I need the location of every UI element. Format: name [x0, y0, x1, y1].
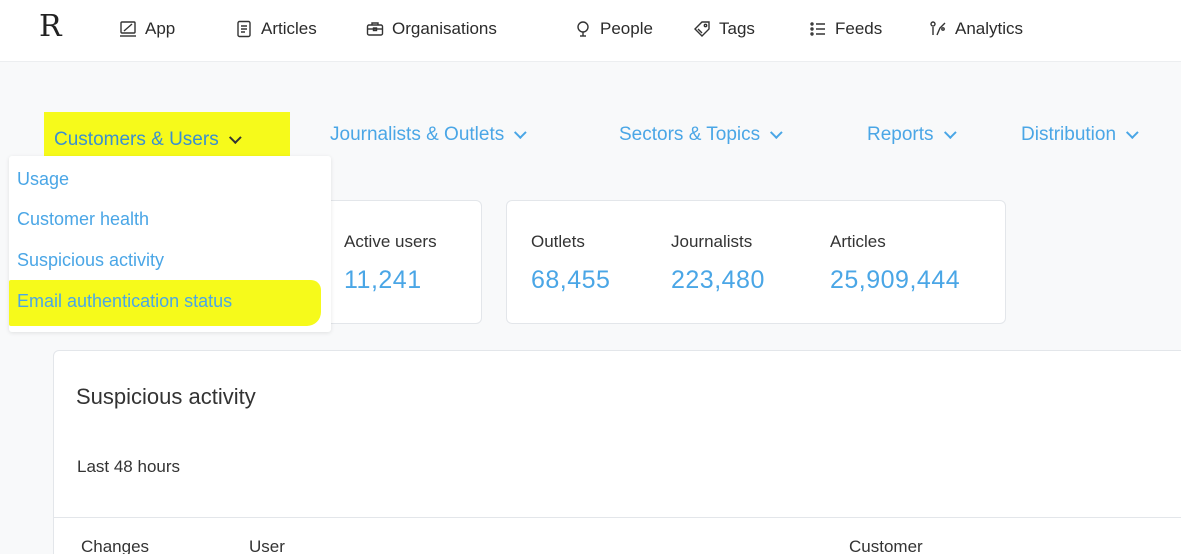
active-users-value: 11,241: [344, 266, 422, 294]
menu-item-suspicious-activity[interactable]: Suspicious activity: [17, 250, 164, 271]
panel-title: Suspicious activity: [76, 384, 256, 409]
nav-organisations[interactable]: Organisations: [366, 19, 497, 39]
nav-feeds[interactable]: Feeds: [809, 19, 882, 39]
column-header-customer[interactable]: Customer: [849, 537, 923, 554]
nav-people-label: People: [600, 19, 653, 38]
chevron-down-icon: [943, 125, 957, 139]
subnav-journalists-outlets-label: Journalists & Outlets: [330, 124, 505, 145]
divider: [54, 517, 1181, 518]
list-icon: [810, 22, 825, 36]
articles-label: Articles: [830, 232, 886, 251]
outlets-value: 68,455: [531, 266, 611, 294]
chevron-down-icon: [1126, 125, 1139, 139]
tag-icon: [694, 21, 710, 37]
column-header-user[interactable]: User: [249, 537, 285, 554]
nav-tags-label: Tags: [719, 19, 755, 38]
subnav-journalists-outlets[interactable]: Journalists & Outlets: [330, 124, 527, 146]
nav-analytics-label: Analytics: [955, 19, 1024, 38]
nav-app-label: App: [145, 19, 176, 38]
subnav-customers-users-label: Customers & Users: [54, 129, 219, 150]
subnav-distribution[interactable]: Distribution: [1021, 124, 1139, 146]
menu-item-customer-health[interactable]: Customer health: [17, 209, 149, 230]
journalists-value: 223,480: [671, 266, 765, 294]
laptop-icon: [120, 21, 136, 37]
chevron-down-icon: [770, 125, 783, 139]
menu-item-usage[interactable]: Usage: [17, 169, 69, 190]
nav-tags[interactable]: Tags: [693, 19, 755, 39]
journalists-label: Journalists: [671, 232, 753, 251]
briefcase-icon: [366, 22, 384, 36]
chevron-down-icon: [514, 125, 527, 139]
chevron-down-icon: [228, 130, 242, 144]
subnav-distribution-label: Distribution: [1021, 124, 1117, 145]
nav-articles[interactable]: Articles: [235, 19, 317, 39]
analytics-icon: [930, 21, 946, 36]
outlets-label: Outlets: [531, 232, 585, 251]
app-logo[interactable]: R: [39, 9, 62, 44]
top-navbar: R App Articles Organisations People Tags…: [0, 0, 1181, 62]
menu-item-email-authentication-status[interactable]: Email authentication status: [9, 280, 321, 326]
document-icon: [237, 20, 251, 38]
nav-organisations-label: Organisations: [392, 19, 497, 38]
nav-analytics[interactable]: Analytics: [929, 19, 1023, 39]
customers-users-dropdown: Usage Customer health Suspicious activit…: [9, 156, 331, 332]
stat-card-content: Outlets 68,455 Journalists 223,480 Artic…: [506, 200, 1006, 324]
nav-people[interactable]: People: [574, 19, 653, 39]
subnav-reports-label: Reports: [867, 124, 934, 145]
subnav-sectors-topics[interactable]: Sectors & Topics: [619, 124, 783, 146]
subnav-reports[interactable]: Reports: [867, 124, 957, 146]
nav-app[interactable]: App: [119, 19, 175, 39]
active-users-label: Active users: [344, 232, 437, 251]
panel-subtitle: Last 48 hours: [77, 457, 181, 476]
person-icon: [577, 21, 589, 37]
column-header-changes[interactable]: Changes: [81, 537, 149, 554]
articles-value: 25,909,444: [830, 266, 961, 294]
subnav-sectors-topics-label: Sectors & Topics: [619, 124, 761, 145]
suspicious-activity-panel: Suspicious activity Last 48 hours Change…: [53, 350, 1181, 554]
nav-feeds-label: Feeds: [835, 19, 883, 38]
nav-articles-label: Articles: [261, 19, 317, 38]
